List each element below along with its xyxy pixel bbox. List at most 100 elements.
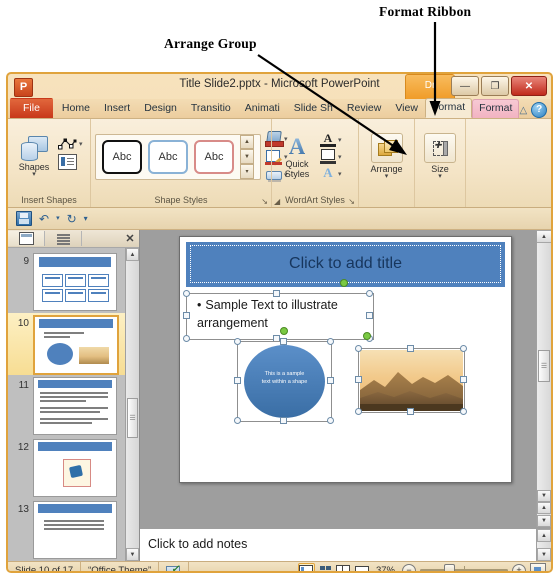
body-handle-mr[interactable] [366,312,373,319]
save-icon[interactable] [16,211,32,226]
view-reading[interactable] [336,564,351,571]
picture-handle-br[interactable] [460,408,467,415]
canvas-scroll-down[interactable]: ▼ [537,490,551,502]
view-slide-sorter[interactable] [318,564,333,572]
oval-handle-bl[interactable] [234,417,241,424]
tab-insert[interactable]: Insert [97,99,137,118]
thumbnail-preview[interactable] [33,253,117,311]
picture-bounds[interactable] [358,348,465,413]
restore-button[interactable]: ❐ [481,76,509,96]
minimize-button[interactable]: — [451,76,479,96]
picture-handle-bl[interactable] [355,408,362,415]
shape-styles-dialog-launcher[interactable]: ↘ [261,197,268,206]
text-box-button[interactable] [58,154,83,170]
body-handle-tm[interactable] [273,290,280,297]
oval-shape-bounds[interactable]: This is a sample text within a shape [237,341,332,422]
close-button[interactable]: ✕ [511,76,547,96]
thumbnail-item[interactable]: 9 [8,251,125,313]
picture-handle-tr[interactable] [460,345,467,352]
undo-caret-icon[interactable]: ▾ [56,213,60,225]
notes-scrollbar[interactable]: ▲ ▼ [536,529,551,561]
scrollbar-thumb[interactable]: ☰ [127,398,138,438]
tab-view[interactable]: View [388,99,425,118]
scroll-up-arrow[interactable]: ▲ [126,248,139,261]
arrange-dropdown-caret[interactable]: ▾ [385,173,389,180]
picture-handle-bm[interactable] [407,408,414,415]
shape-styles-gallery[interactable]: Abc Abc Abc ▲ ▼ ▾ [95,133,261,180]
tab-file[interactable]: File [10,98,53,118]
slides-pane-scrollbar[interactable]: ▲ ☰ ▼ [125,248,139,561]
shape-style-black[interactable]: Abc [102,139,142,174]
thumbnail-preview[interactable] [33,501,117,559]
body-rotation-handle[interactable] [280,327,288,335]
oval-handle-tr[interactable] [327,338,334,345]
thumbnail-preview[interactable] [33,315,119,375]
tab-format-picture[interactable]: Format [472,99,520,118]
oval-handle-br[interactable] [327,417,334,424]
slide-canvas[interactable]: Click to add title • Sample Text to illus… [140,230,551,527]
body-handle-bl[interactable] [183,335,190,342]
arrange-button[interactable]: Arrange ▾ [363,133,410,180]
zoom-slider-track[interactable] [420,564,508,571]
thumbnail-preview[interactable] [33,439,117,497]
gallery-more[interactable]: ▾ [240,163,254,179]
tab-home[interactable]: Home [55,99,97,118]
tab-review[interactable]: Review [340,99,388,118]
redo-icon[interactable]: ↻ [67,213,77,225]
zoom-slider-handle[interactable] [444,564,455,571]
current-slide[interactable]: Click to add title • Sample Text to illus… [179,236,512,483]
picture-handle-ml[interactable] [355,376,362,383]
picture-handle-tm[interactable] [407,345,414,352]
thumbnail-item[interactable]: 11 [8,375,125,437]
text-effects-caret[interactable]: ▾ [338,170,342,178]
scroll-down-arrow[interactable]: ▼ [126,548,139,561]
tab-slide-show[interactable]: Slide Sh [287,99,340,118]
canvas-scroll-up[interactable]: ▲ [537,230,551,243]
canvas-scrollbar-thumb[interactable]: ☰ [538,350,550,382]
slides-tab[interactable] [8,231,45,246]
oval-handle-ml[interactable] [234,377,241,384]
oval-handle-mr[interactable] [327,377,334,384]
customize-qat-icon[interactable]: ▾ [84,213,88,225]
body-handle-tr[interactable] [366,290,373,297]
wordart-dialog-launcher[interactable]: ↘ [348,197,355,206]
thumbnail-item[interactable]: 10 [8,313,125,375]
tab-animations[interactable]: Animati [238,99,287,118]
gallery-scroll-down[interactable]: ▼ [240,149,254,164]
undo-icon[interactable]: ↶ [39,213,49,225]
fit-slide-to-window-button[interactable] [530,563,546,571]
thumbnail-item[interactable]: 12 [8,437,125,499]
minimize-ribbon-icon[interactable]: △ [519,105,527,116]
text-fill-caret[interactable]: ▾ [338,136,342,144]
wordart-quick-styles-button[interactable]: A Quick Styles [276,134,318,179]
zoom-in-button[interactable]: + [512,563,526,571]
picture-handle-tl[interactable] [355,345,362,352]
shape-style-blue[interactable]: Abc [148,139,188,174]
picture-handle-mr[interactable] [460,376,467,383]
body-handle-ml[interactable] [183,312,190,319]
outline-tab[interactable] [45,231,82,246]
picture-rotation-handle[interactable] [363,332,371,340]
size-button[interactable]: ✚ Size ▾ [419,133,461,180]
next-slide-button[interactable]: ▼ [537,515,551,527]
spellcheck-button[interactable]: ✓ [159,562,190,571]
view-normal[interactable] [297,562,315,571]
size-button-surface[interactable]: ✚ [424,133,456,163]
gallery-scroll-up[interactable]: ▲ [240,134,254,150]
edit-points-button[interactable]: ▾ [58,137,83,151]
slide-thumbnail-list[interactable]: 9 10 11 12 13 ▲ ☰ ▼ [8,248,139,561]
size-dropdown-caret[interactable]: ▾ [438,173,442,180]
shapes-dropdown-caret[interactable]: ▾ [32,171,36,178]
zoom-level-label[interactable]: 37% [373,565,398,571]
slide-canvas-scrollbar[interactable]: ▲ ☰ ▼ ▲ ▼ [536,230,551,527]
text-outline-button[interactable]: ▾ [320,149,342,164]
text-effects-button[interactable]: A ▾ [320,166,342,181]
title-rotation-handle[interactable] [340,279,348,287]
close-slides-pane-button[interactable]: ✕ [121,232,139,245]
title-placeholder[interactable]: Click to add title [190,245,501,283]
text-fill-button[interactable]: A ▾ [320,132,342,147]
arrange-button-surface[interactable] [370,133,403,163]
edit-points-caret[interactable]: ▾ [79,140,83,148]
oval-handle-tm[interactable] [280,338,287,345]
thumbnail-preview[interactable] [33,377,117,435]
